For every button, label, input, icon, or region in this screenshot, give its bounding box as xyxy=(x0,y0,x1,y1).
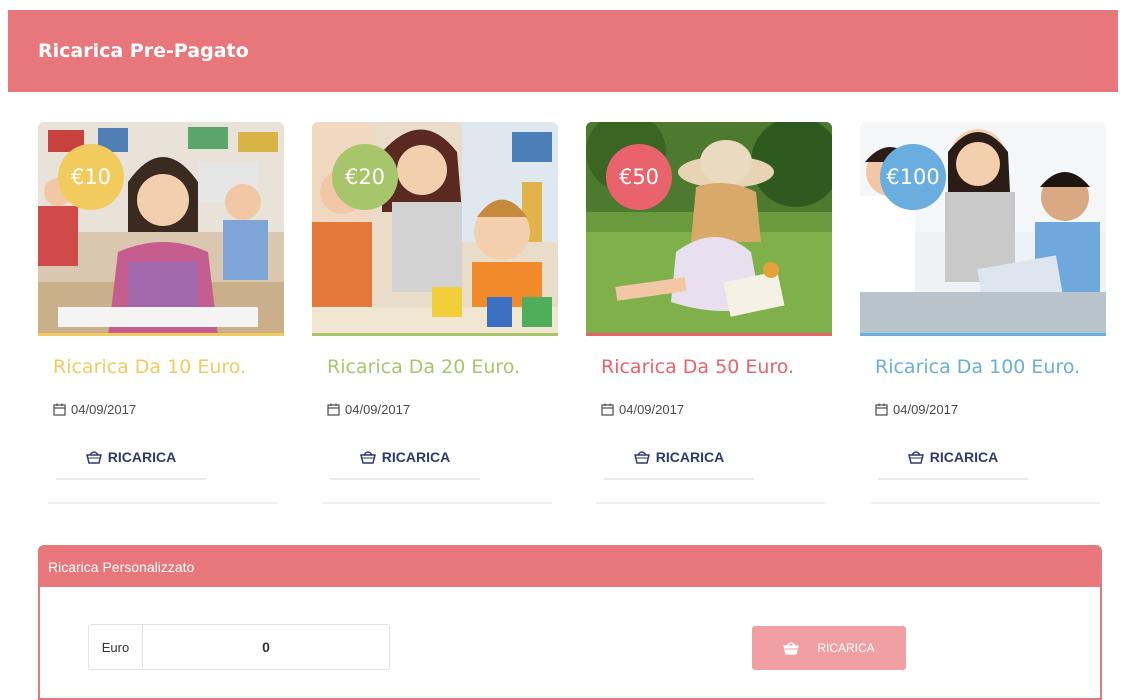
custom-recharge-button[interactable]: RICARICA xyxy=(752,626,906,670)
card-date-text: 04/09/2017 xyxy=(71,402,137,417)
recharge-button-50[interactable]: RICARICA xyxy=(604,436,754,480)
button-label: RICARICA xyxy=(107,449,177,465)
recharge-button-10[interactable]: RICARICA xyxy=(56,436,206,480)
amount-input[interactable] xyxy=(143,625,389,669)
button-label: RICARICA xyxy=(381,449,451,465)
button-label: RICARICA xyxy=(655,449,725,465)
card-date: 04/09/2017 xyxy=(53,402,136,417)
recharge-button-100[interactable]: RICARICA xyxy=(878,436,1028,480)
card-title[interactable]: Ricarica Da 10 Euro. xyxy=(53,356,293,378)
calendar-icon xyxy=(875,403,888,416)
basket-icon xyxy=(633,450,650,464)
euro-input-group: Euro xyxy=(88,624,390,670)
card-date-text: 04/09/2017 xyxy=(619,402,685,417)
card-divider xyxy=(322,496,552,504)
card-title[interactable]: Ricarica Da 50 Euro. xyxy=(601,356,841,378)
recharge-button-20[interactable]: RICARICA xyxy=(330,436,480,480)
button-label: RICARICA xyxy=(817,641,875,655)
price-badge: €10 xyxy=(58,144,124,210)
card-title[interactable]: Ricarica Da 20 Euro. xyxy=(327,356,567,378)
card-divider xyxy=(870,496,1100,504)
card-title[interactable]: Ricarica Da 100 Euro. xyxy=(875,356,1115,378)
recharge-card-10: €10 Ricarica Da 10 Euro. 04/09/2017 RICA… xyxy=(38,122,284,507)
basket-icon xyxy=(359,450,376,464)
basket-icon xyxy=(783,641,800,655)
recharge-card-100: €100 Ricarica Da 100 Euro. 04/09/2017 RI… xyxy=(860,122,1106,507)
currency-label: Euro xyxy=(89,625,143,669)
custom-recharge-title: Ricarica Personalizzato xyxy=(48,559,195,575)
price-badge: €50 xyxy=(606,144,672,210)
card-date-text: 04/09/2017 xyxy=(345,402,411,417)
price-badge: €100 xyxy=(880,144,946,210)
basket-icon xyxy=(85,450,102,464)
recharge-card-20: €20 Ricarica Da 20 Euro. 04/09/2017 RICA… xyxy=(312,122,558,507)
card-divider xyxy=(48,496,278,504)
button-label: RICARICA xyxy=(929,449,999,465)
page-header: Ricarica Pre-Pagato xyxy=(8,10,1118,92)
calendar-icon xyxy=(601,403,614,416)
basket-icon xyxy=(907,450,924,464)
card-date: 04/09/2017 xyxy=(327,402,410,417)
custom-recharge-header: Ricarica Personalizzato xyxy=(40,547,1100,587)
price-badge: €20 xyxy=(332,144,398,210)
card-date-text: 04/09/2017 xyxy=(893,402,959,417)
card-divider xyxy=(596,496,826,504)
card-date: 04/09/2017 xyxy=(601,402,684,417)
page-title: Ricarica Pre-Pagato xyxy=(38,40,249,62)
calendar-icon xyxy=(327,403,340,416)
recharge-card-50: €50 Ricarica Da 50 Euro. 04/09/2017 RICA… xyxy=(586,122,832,507)
card-date: 04/09/2017 xyxy=(875,402,958,417)
custom-recharge-panel: Ricarica Personalizzato Euro RICARICA xyxy=(38,545,1102,700)
calendar-icon xyxy=(53,403,66,416)
